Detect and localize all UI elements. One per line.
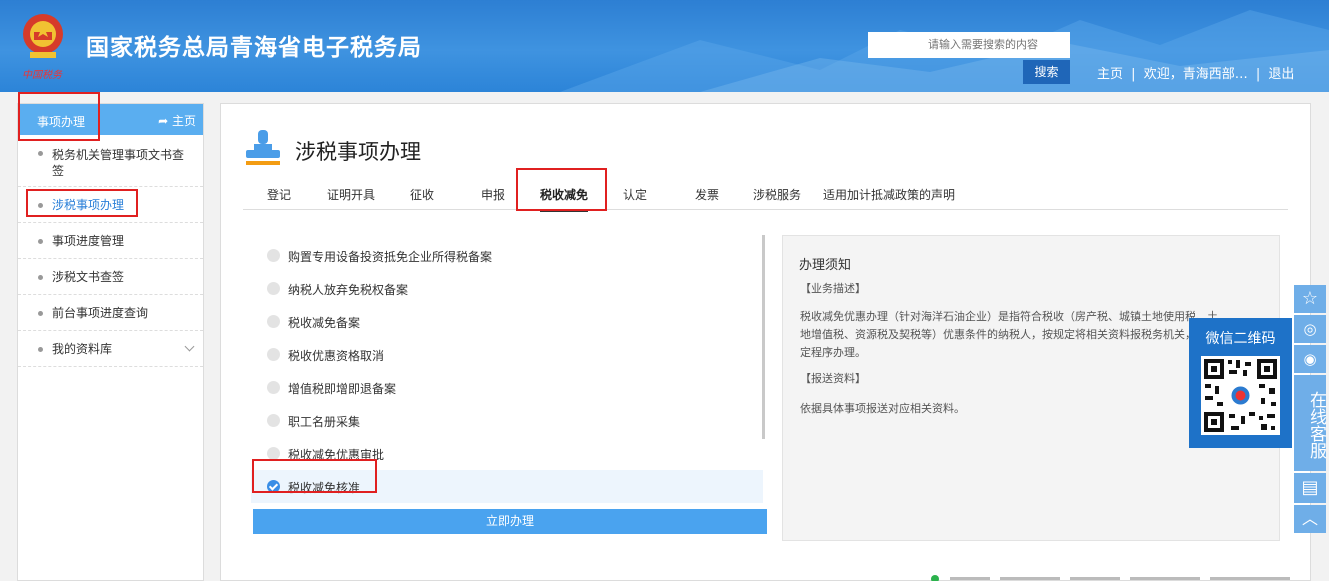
notice-section-title: 【业务描述】	[800, 282, 866, 295]
notice-section-title: 【报送资料】	[800, 372, 866, 385]
option-label: 增值税即增即退备案	[288, 382, 397, 396]
tax-emblem-icon	[23, 14, 63, 58]
document-icon[interactable]: ▤	[1294, 473, 1326, 503]
highlight-box	[18, 92, 100, 141]
highlight-box	[252, 459, 377, 493]
radio-button[interactable]	[267, 414, 280, 427]
top-links: 主页 | 欢迎，青海西部… | 退出	[1095, 63, 1296, 82]
option-reduction-filing[interactable]: 税收减免备案	[251, 305, 763, 338]
tab-certificate[interactable]: 证明开具	[327, 186, 375, 203]
highlight-box	[516, 168, 607, 211]
sidebar-home-label: 主页	[171, 114, 196, 128]
option-waive-exemption[interactable]: 纳税人放弃免税权备案	[251, 272, 763, 305]
radio-button[interactable]	[267, 249, 280, 262]
slogan-logo: 中国税务	[22, 70, 62, 81]
separator: |	[1255, 67, 1261, 82]
site-title: 国家税务总局青海省电子税务局	[86, 35, 422, 61]
chevron-down-icon	[184, 341, 195, 352]
option-qualification-cancel[interactable]: 税收优惠资格取消	[251, 338, 763, 371]
notice-heading: 办理须知	[799, 258, 852, 273]
tab-tax-service[interactable]: 涉税服务	[753, 186, 801, 203]
sidebar-item-my-library[interactable]: 我的资料库	[18, 331, 203, 367]
option-label: 购置专用设备投资抵免企业所得税备案	[288, 250, 493, 264]
main-panel: 涉税事项办理 登记 证明开具 征收 申报 税收减免 认定 发票 涉税服务 适用加…	[220, 103, 1311, 581]
submit-button[interactable]: 立即办理	[253, 509, 767, 534]
sidebar-item-tax-document-check[interactable]: 涉税文书查签	[18, 259, 203, 295]
page-title: 涉税事项办理	[295, 140, 421, 164]
option-label: 职工名册采集	[288, 415, 361, 429]
tab-declaration[interactable]: 申报	[481, 186, 505, 203]
radio-button[interactable]	[267, 282, 280, 295]
sidebar: 事项办理 ➦ 主页 税务机关管理事项文书查签 涉税事项办理 事项进度管理 涉税文…	[17, 103, 204, 581]
sidebar-item-document-signoff[interactable]: 税务机关管理事项文书查签	[18, 135, 203, 187]
option-vat-refund-filing[interactable]: 增值税即增即退备案	[251, 371, 763, 404]
star-favorite-icon[interactable]: ☆	[1294, 285, 1326, 313]
sidebar-home-link[interactable]: ➦ 主页	[158, 112, 196, 129]
option-employee-roster[interactable]: 职工名册采集	[251, 404, 763, 437]
online-service-button[interactable]: 在线客服	[1294, 375, 1326, 471]
notice-section-body: 税收减免优惠办理（针对海洋石油企业）是指符合税收（房产税、城镇土地使用税、土地增…	[800, 310, 1218, 359]
back-to-top-icon[interactable]: ︿	[1294, 505, 1326, 533]
radio-button[interactable]	[267, 381, 280, 394]
qr-code-icon	[1201, 356, 1280, 435]
back-arrow-icon: ➦	[158, 114, 169, 128]
list-scrollbar[interactable]	[762, 235, 765, 439]
home-link[interactable]: 主页	[1097, 67, 1123, 82]
sidebar-item-label: 我的资料库	[52, 342, 113, 356]
tab-identification[interactable]: 认定	[623, 186, 647, 203]
option-label: 税收减免备案	[288, 316, 361, 330]
radio-button[interactable]	[267, 348, 280, 361]
search-button[interactable]: 搜索	[1023, 60, 1070, 84]
wechat-icon[interactable]: ◎	[1294, 315, 1326, 343]
separator: |	[1131, 67, 1136, 82]
header-banner: 国家税务总局青海省电子税务局 中国税务 搜索 主页 | 欢迎，青海西部… | 退…	[0, 0, 1329, 92]
highlight-box	[26, 189, 138, 217]
radio-button[interactable]	[267, 315, 280, 328]
tab-register[interactable]: 登记	[267, 186, 291, 203]
sidebar-item-progress-management[interactable]: 事项进度管理	[18, 223, 203, 259]
status-bar-icons	[931, 575, 1290, 581]
welcome-user-link[interactable]: 欢迎，青海西部…	[1144, 67, 1252, 82]
tab-invoice[interactable]: 发票	[695, 186, 719, 203]
weibo-icon[interactable]: ◉	[1294, 345, 1326, 373]
tab-collection[interactable]: 征收	[410, 186, 434, 203]
option-label: 纳税人放弃免税权备案	[288, 283, 409, 297]
qr-caption: 微信二维码	[1205, 331, 1276, 347]
logout-link[interactable]: 退出	[1268, 67, 1294, 82]
search-input[interactable]	[868, 32, 1070, 58]
stamp-icon	[246, 130, 280, 165]
option-equipment-investment[interactable]: 购置专用设备投资抵免企业所得税备案	[251, 239, 763, 272]
sidebar-item-front-desk-query[interactable]: 前台事项进度查询	[18, 295, 203, 331]
wechat-qr-panel: 微信二维码	[1189, 318, 1292, 448]
tab-bar: 登记 证明开具 征收 申报 税收减免 认定 发票 涉税服务 适用加计抵减政策的声…	[243, 182, 1288, 212]
tab-deduction-policy[interactable]: 适用加计抵减政策的声明	[823, 186, 955, 203]
notice-section-body: 依据具体事项报送对应相关资料。	[800, 402, 965, 415]
option-label: 税收优惠资格取消	[288, 349, 385, 363]
floating-toolbar: ☆ ◎ ◉ 在线客服 ▤ ︿	[1294, 285, 1326, 533]
